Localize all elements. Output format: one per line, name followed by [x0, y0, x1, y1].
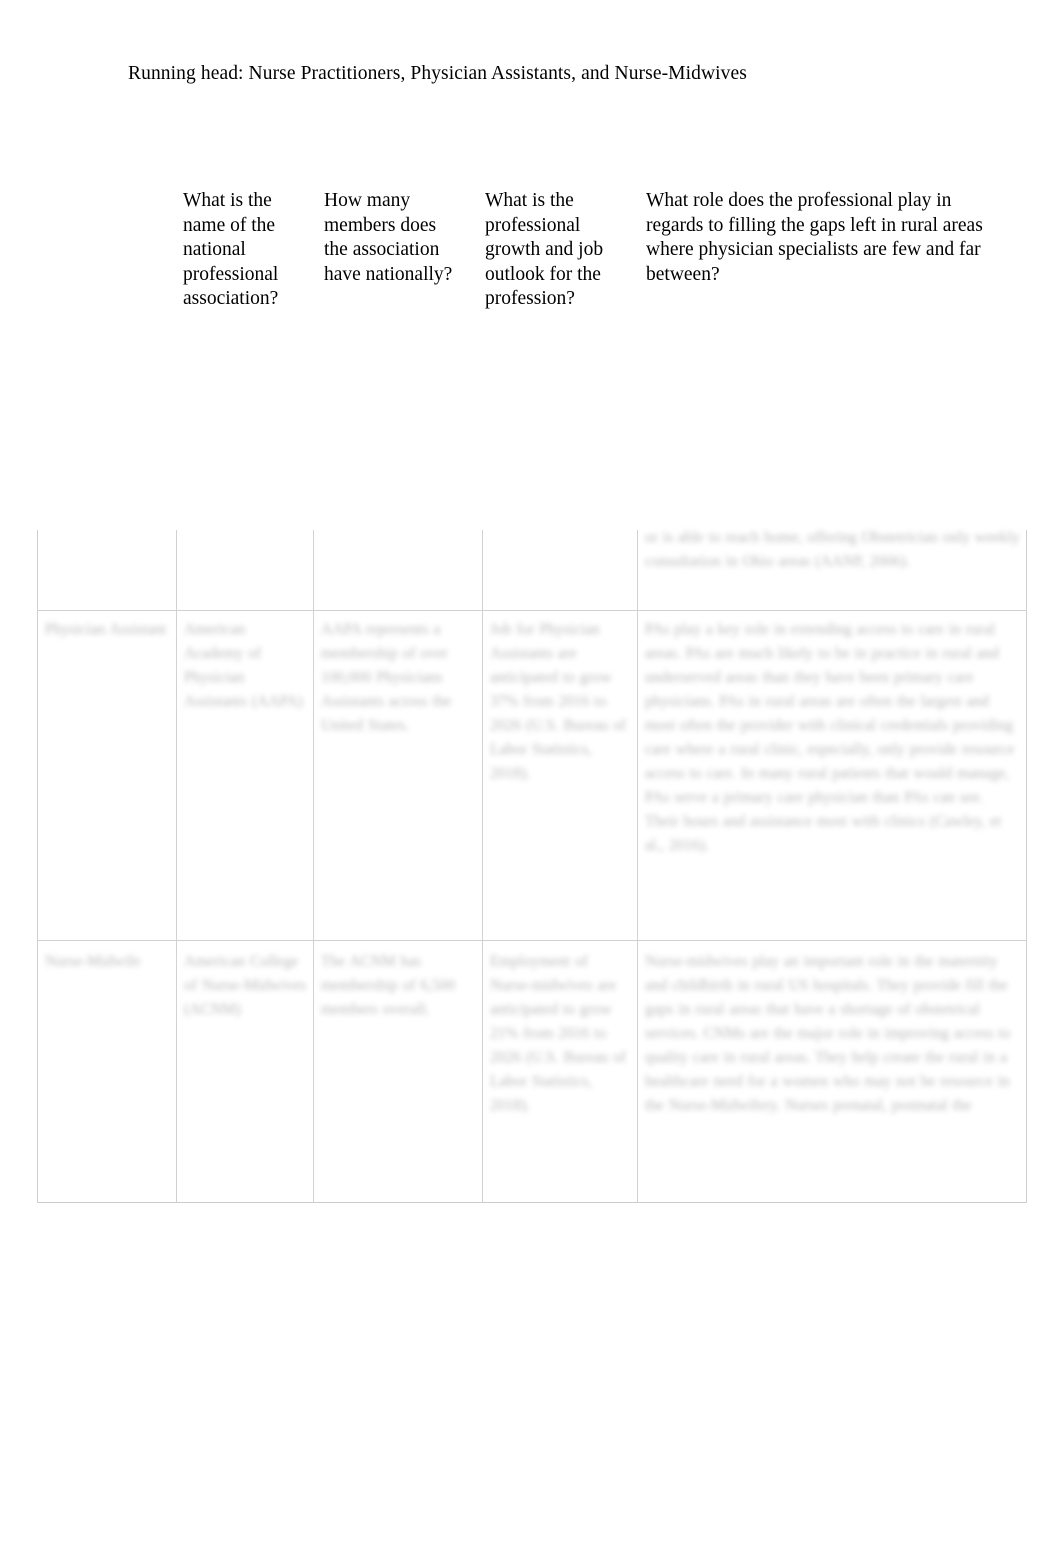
data-table: or is able to reach home, offering Obste… — [37, 529, 1027, 1203]
column-header-growth-outlook: What is the professional growth and job … — [485, 190, 604, 310]
table-cell: Nurse-midwives play an important role in… — [645, 953, 1011, 1114]
table-cell: American Academy of Physician Assistants… — [184, 621, 303, 710]
table-row-divider-1 — [37, 610, 1027, 611]
table-column-divider-3 — [482, 530, 483, 1203]
table-cell: Employment of Nurse-midwives are anticip… — [490, 953, 627, 1114]
table-border-left — [37, 530, 38, 1203]
table-cell: AAPA represents a membership of over 100… — [321, 621, 452, 734]
table-cell: or is able to reach home, offering Obste… — [645, 529, 1020, 570]
table-cell: The ACNM has membership of 6,500 members… — [321, 953, 456, 1018]
table-cell: PAs play a key role in extending access … — [645, 621, 1015, 854]
column-header-rural-role: What role does the professional play in … — [646, 190, 983, 285]
table-column-divider-2 — [313, 530, 314, 1203]
table-cell: Job for Physician Assistants are anticip… — [490, 621, 627, 782]
table-column-divider-4 — [637, 530, 638, 1203]
table-border-right — [1026, 530, 1027, 1203]
table-row-divider-2 — [37, 940, 1027, 941]
table-border-bottom — [37, 1202, 1027, 1203]
table-cell: Physician Assistant — [45, 621, 167, 638]
column-header-association-name: What is the name of the national profess… — [183, 190, 279, 310]
table-column-divider-1 — [176, 530, 177, 1203]
table-cell: American College of Nurse-Midwives (ACNM… — [184, 953, 306, 1018]
running-head: Running head: Nurse Practitioners, Physi… — [128, 63, 747, 84]
column-header-member-count: How many members does the association ha… — [324, 190, 453, 285]
table-cell: Nurse-Midwife — [45, 953, 141, 970]
